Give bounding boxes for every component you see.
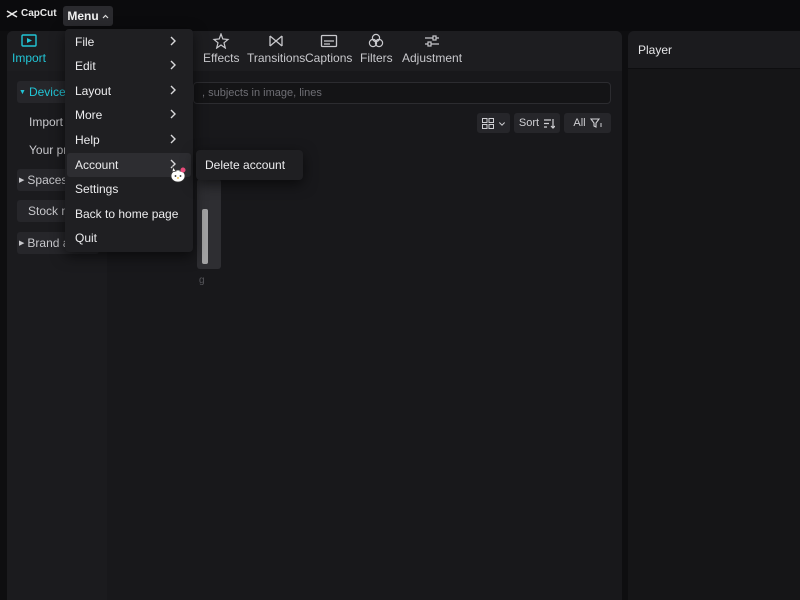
- media-thumbnail[interactable]: [197, 179, 221, 269]
- menu-item-back-to-home-label: Back to home page: [75, 207, 179, 221]
- menu-item-help-label: Help: [75, 133, 100, 147]
- tab-adjustment-label: Adjustment: [402, 51, 463, 65]
- player-title: Player: [628, 31, 800, 69]
- sidebar-item-spaces-label: Spaces: [27, 173, 68, 187]
- tab-effects-label: Effects: [203, 51, 240, 65]
- sort-button[interactable]: Sort: [514, 113, 560, 133]
- menu-item-edit[interactable]: Edit: [67, 54, 191, 78]
- grid-icon: [481, 117, 494, 129]
- view-mode-button[interactable]: [477, 113, 510, 133]
- search-input[interactable]: , subjects in image, lines: [193, 82, 611, 104]
- sidebar-item-device-label: Device: [28, 85, 66, 99]
- menu-item-quit-label: Quit: [75, 231, 98, 245]
- filter-icon: [589, 117, 602, 128]
- tab-adjustment[interactable]: Adjustment: [402, 33, 462, 65]
- menu-item-edit-label: Edit: [75, 59, 96, 73]
- adjustment-icon: [425, 35, 440, 47]
- tab-captions-label: Captions: [305, 51, 353, 65]
- menu-button-label: Menu: [67, 9, 99, 23]
- menu-item-help[interactable]: Help: [67, 128, 191, 152]
- capcut-logo-icon: [6, 9, 18, 18]
- menu-item-more-label: More: [75, 108, 103, 122]
- chevron-right-icon: [170, 85, 176, 95]
- cursor-icon: [170, 166, 186, 183]
- captions-icon: [320, 34, 337, 48]
- sort-icon: [544, 118, 556, 129]
- tab-import[interactable]: Import: [12, 33, 46, 65]
- import-icon: [21, 34, 37, 47]
- tab-transitions-label: Transitions: [247, 51, 306, 65]
- menu-item-file-label: File: [75, 35, 95, 49]
- menu-button[interactable]: Menu: [63, 6, 113, 26]
- menu-item-account-label: Account: [75, 158, 119, 172]
- menu-item-quit[interactable]: Quit: [67, 226, 191, 250]
- tab-filters-label: Filters: [360, 51, 393, 65]
- thumbnail-preview: [202, 209, 208, 264]
- app-name: CapCut: [21, 8, 57, 19]
- triangle-right-icon: ▶: [19, 177, 25, 184]
- menu-item-file[interactable]: File: [67, 30, 191, 54]
- chevron-right-icon: [170, 109, 176, 119]
- filter-all-button[interactable]: All: [564, 113, 611, 133]
- sidebar-item-brand-label: Brand a: [27, 236, 70, 250]
- tab-transitions[interactable]: Transitions: [247, 33, 305, 65]
- chevron-right-icon: [170, 60, 176, 70]
- filters-icon: [369, 33, 384, 48]
- menu-item-delete-account[interactable]: Delete account: [205, 158, 285, 172]
- menu-item-back-to-home[interactable]: Back to home page: [67, 202, 191, 226]
- triangle-right-icon: ▶: [19, 240, 25, 247]
- tab-import-label: Import: [12, 51, 47, 65]
- sort-label: Sort: [518, 117, 540, 129]
- thumbnail-caption: g: [199, 275, 205, 286]
- app-logo: CapCut: [6, 8, 57, 19]
- menu-item-settings-label: Settings: [75, 182, 119, 196]
- main-menu-dropdown: File Edit Layout More Help Account Setti…: [65, 29, 193, 252]
- tab-effects[interactable]: Effects: [203, 33, 239, 65]
- transitions-icon: [269, 35, 283, 47]
- effects-icon: [212, 33, 230, 49]
- chevron-right-icon: [170, 36, 176, 46]
- filter-all-label: All: [573, 117, 586, 129]
- player-panel: Player: [628, 31, 800, 600]
- account-submenu: Delete account: [196, 150, 303, 180]
- menu-item-layout-label: Layout: [75, 84, 112, 98]
- tab-filters[interactable]: Filters: [360, 33, 393, 65]
- triangle-down-icon: ▼: [19, 88, 26, 96]
- title-bar: CapCut Menu: [0, 0, 800, 31]
- chevron-right-icon: [170, 134, 176, 144]
- tab-captions[interactable]: Captions: [305, 33, 352, 65]
- chevron-down-icon: [498, 121, 505, 126]
- menu-item-more[interactable]: More: [67, 103, 191, 127]
- menu-item-layout[interactable]: Layout: [67, 79, 191, 103]
- chevron-up-icon: [102, 14, 109, 18]
